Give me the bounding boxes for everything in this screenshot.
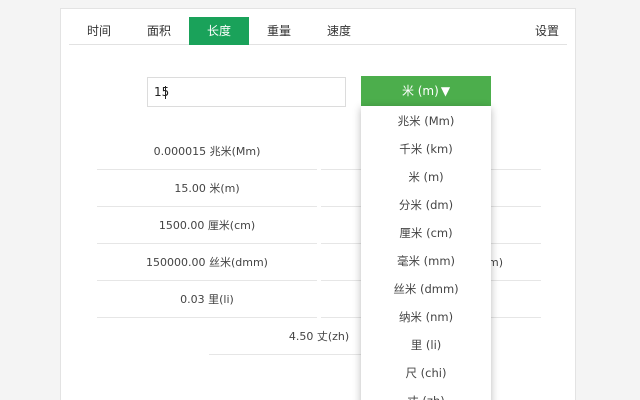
text-caret xyxy=(165,86,166,99)
unit-option-decimillimeter[interactable]: 丝米 (dmm) xyxy=(361,275,491,303)
unit-option-kilometer[interactable]: 千米 (km) xyxy=(361,135,491,163)
unit-option-centimeter[interactable]: 厘米 (cm) xyxy=(361,219,491,247)
unit-option-megameter[interactable]: 兆米 (Mm) xyxy=(361,107,491,135)
converter-panel: 时间 面积 长度 重量 速度 设置 米 (m)▼ 0.000015 兆米(Mm)… xyxy=(60,8,576,400)
unit-option-li[interactable]: 里 (li) xyxy=(361,331,491,359)
unit-select-button[interactable]: 米 (m) ▼ xyxy=(361,76,491,106)
value-input[interactable] xyxy=(147,77,346,107)
tab-settings[interactable]: 设置 xyxy=(527,17,567,45)
tab-weight[interactable]: 重量 xyxy=(249,17,309,45)
tab-speed[interactable]: 速度 xyxy=(309,17,369,45)
unit-option-zhang[interactable]: 丈 (zh) xyxy=(361,387,491,400)
result-meter: 15.00 米(m) xyxy=(97,170,317,207)
result-centimeter: 1500.00 厘米(cm) xyxy=(97,207,317,244)
result-decimillimeter: 150000.00 丝米(dmm) xyxy=(97,244,317,281)
unit-option-nanometer[interactable]: 纳米 (nm) xyxy=(361,303,491,331)
unit-option-chi[interactable]: 尺 (chi) xyxy=(361,359,491,387)
unit-option-millimeter[interactable]: 毫米 (mm) xyxy=(361,247,491,275)
unit-option-decimeter[interactable]: 分米 (dm) xyxy=(361,191,491,219)
tab-time[interactable]: 时间 xyxy=(69,17,129,45)
tab-bar: 时间 面积 长度 重量 速度 设置 xyxy=(69,17,567,45)
tab-area[interactable]: 面积 xyxy=(129,17,189,45)
tab-length[interactable]: 长度 xyxy=(189,17,249,45)
unit-select-label: 米 (m) xyxy=(401,84,439,98)
unit-option-meter[interactable]: 米 (m) xyxy=(361,163,491,191)
result-li: 0.03 里(li) xyxy=(97,281,317,318)
result-megameter: 0.000015 兆米(Mm) xyxy=(97,133,317,170)
unit-dropdown-menu: 兆米 (Mm) 千米 (km) 米 (m) 分米 (dm) 厘米 (cm) 毫米… xyxy=(361,106,491,400)
chevron-down-icon: ▼ xyxy=(440,84,451,98)
